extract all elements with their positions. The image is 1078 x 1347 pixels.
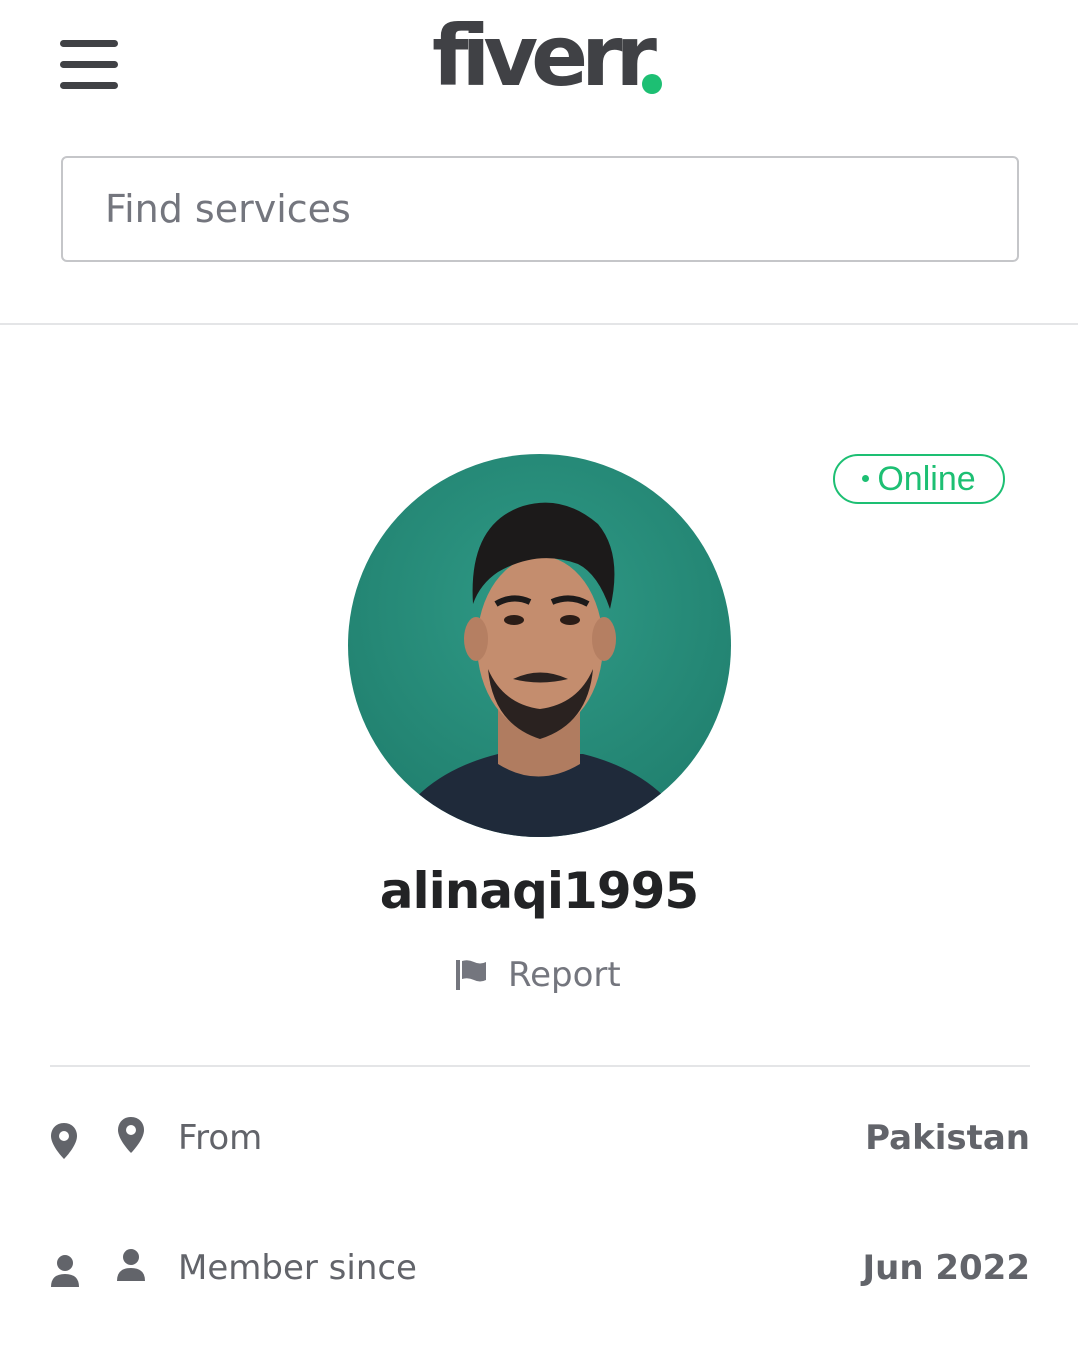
user-icon	[51, 1255, 79, 1287]
stat-row-member-since: Member since Jun 2022	[50, 1242, 1030, 1302]
location-pin-icon	[51, 1123, 77, 1159]
online-status-badge: Online	[833, 454, 1005, 504]
logo-dot	[642, 74, 662, 94]
fiverr-logo[interactable]: fiverr	[432, 14, 657, 98]
divider	[50, 1065, 1030, 1067]
stat-value: Pakistan	[865, 1118, 1030, 1158]
stat-label: Member since	[178, 1248, 417, 1288]
top-header: fiverr	[0, 0, 1078, 325]
stat-label: From	[178, 1118, 263, 1158]
stat-row-from: From Pakistan	[50, 1112, 1030, 1172]
stat-value: Jun 2022	[862, 1248, 1030, 1288]
online-status-label: Online	[877, 460, 976, 498]
username: alinaqi1995	[379, 862, 699, 920]
search-input[interactable]	[61, 156, 1019, 262]
report-button[interactable]: Report	[454, 950, 621, 1000]
online-dot-icon	[862, 474, 870, 482]
hamburger-menu-icon[interactable]	[58, 38, 122, 90]
report-label: Report	[508, 955, 621, 995]
flag-icon	[456, 960, 486, 990]
location-pin-icon	[118, 1117, 144, 1153]
avatar-photo	[348, 454, 731, 837]
avatar[interactable]	[348, 454, 731, 837]
user-icon	[117, 1249, 145, 1281]
